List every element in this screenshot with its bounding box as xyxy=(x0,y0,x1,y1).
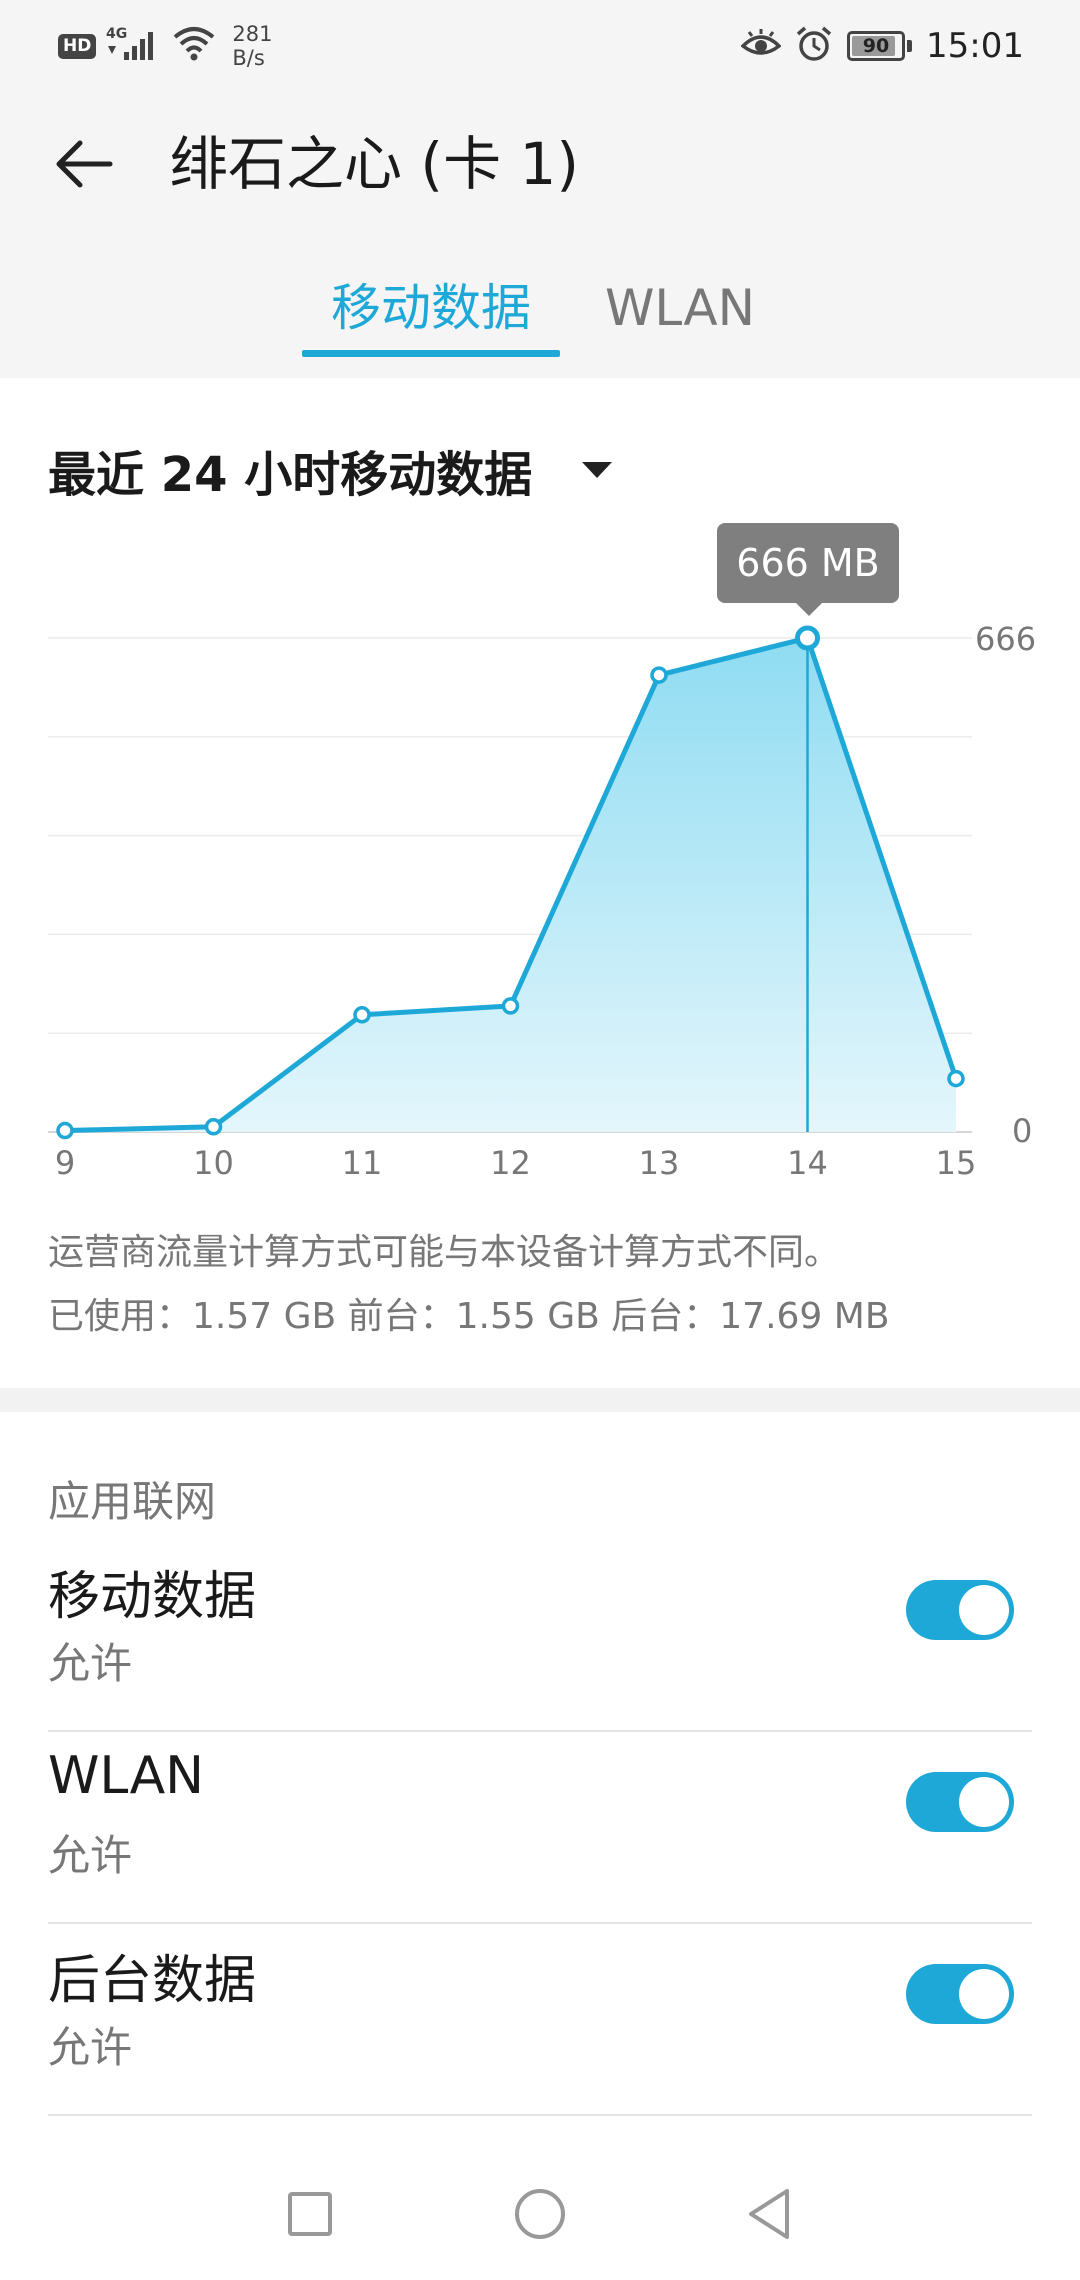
clock: 15:01 xyxy=(926,26,1024,66)
wifi-icon xyxy=(172,25,216,67)
setting-row-wlan[interactable]: WLAN 允许 xyxy=(48,1732,1032,1924)
recent-apps-button[interactable] xyxy=(278,2182,342,2246)
toggle-mobile-data[interactable] xyxy=(906,1580,1014,1640)
x-tick-label: 11 xyxy=(341,1144,383,1182)
usage-chart xyxy=(0,520,1080,1180)
setting-title: WLAN xyxy=(48,1746,205,1806)
home-icon xyxy=(515,2189,565,2239)
toggle-knob xyxy=(959,1585,1009,1635)
usage-chart-svg xyxy=(48,625,972,1140)
period-selector[interactable]: 最近 24 小时移动数据 xyxy=(48,430,613,510)
battery-cap xyxy=(907,40,913,52)
data-point-10 xyxy=(204,1118,223,1136)
x-tick-label: 12 xyxy=(490,1144,531,1182)
nav-back-button[interactable] xyxy=(737,2182,801,2246)
status-bar: HD 4G 281 B/s 90 15:01 xyxy=(0,0,1080,92)
tab-mobile-data[interactable]: 移动数据 xyxy=(302,268,560,348)
y-tick-min: 0 xyxy=(1012,1112,1033,1150)
hd-badge: HD xyxy=(58,33,97,59)
eye-icon xyxy=(740,28,782,64)
period-label: 最近 24 小时移动数据 xyxy=(48,447,533,503)
x-tick-label: 15 xyxy=(935,1144,977,1182)
back-button[interactable] xyxy=(48,128,120,200)
x-tick-label: 13 xyxy=(638,1144,680,1182)
dropdown-triangle-icon xyxy=(582,462,613,478)
carrier-note: 运营商流量计算方式可能与本设备计算方式不同。 xyxy=(48,1232,841,1273)
setting-subtitle: 允许 xyxy=(48,2023,133,2072)
usage-summary: 已使用：1.57 GB 前台：1.55 GB 后台：17.69 MB xyxy=(48,1296,890,1337)
x-tick-label: 9 xyxy=(54,1144,76,1182)
setting-subtitle: 允许 xyxy=(48,1639,133,1688)
active-tab-indicator xyxy=(302,350,560,357)
value-tooltip: 666 MB xyxy=(717,523,899,603)
setting-row-background-data[interactable]: 后台数据 允许 xyxy=(48,1924,1032,2116)
x-tick-label: 14 xyxy=(787,1144,828,1182)
data-point-11 xyxy=(353,1006,371,1024)
setting-row-mobile-data[interactable]: 移动数据 允许 xyxy=(48,1540,1032,1732)
data-point-15 xyxy=(947,1069,965,1088)
network-speed-unit: B/s xyxy=(232,46,265,70)
toggle-background-data[interactable] xyxy=(906,1964,1014,2024)
back-arrow-icon xyxy=(56,140,113,188)
data-point-9 xyxy=(56,1121,74,1140)
back-icon xyxy=(749,2189,789,2239)
home-button[interactable] xyxy=(508,2182,572,2246)
battery-icon: 90 xyxy=(847,31,906,61)
setting-title: 后台数据 xyxy=(48,1951,257,2011)
section-divider xyxy=(0,1388,1080,1412)
x-tick-label: 10 xyxy=(193,1144,234,1182)
setting-subtitle: 允许 xyxy=(48,1831,133,1880)
setting-title: 移动数据 xyxy=(48,1567,257,1627)
toggle-knob xyxy=(959,1969,1009,2019)
data-point-14[interactable] xyxy=(795,625,820,651)
data-point-13 xyxy=(650,666,668,684)
data-point-12 xyxy=(501,997,520,1015)
alarm-icon xyxy=(795,25,833,67)
recent-apps-icon xyxy=(288,2192,332,2236)
usage-area xyxy=(65,638,956,1132)
network-speed: 281 B/s xyxy=(232,22,272,70)
row-divider xyxy=(48,2114,1032,2116)
tab-wlan[interactable]: WLAN xyxy=(590,268,770,348)
tooltip-pointer xyxy=(795,602,823,616)
network-type: 4G xyxy=(106,26,127,42)
network-speed-value: 281 xyxy=(232,22,273,46)
page-title: 绯石之心 (卡 1) xyxy=(170,130,580,198)
battery-percent: 90 xyxy=(862,35,890,57)
section-title-app-network: 应用联网 xyxy=(48,1477,217,1526)
y-tick-max: 666 xyxy=(975,620,1037,658)
toggle-wlan[interactable] xyxy=(906,1772,1014,1832)
toggle-knob xyxy=(959,1777,1009,1827)
signal-icon: 4G xyxy=(106,24,162,68)
